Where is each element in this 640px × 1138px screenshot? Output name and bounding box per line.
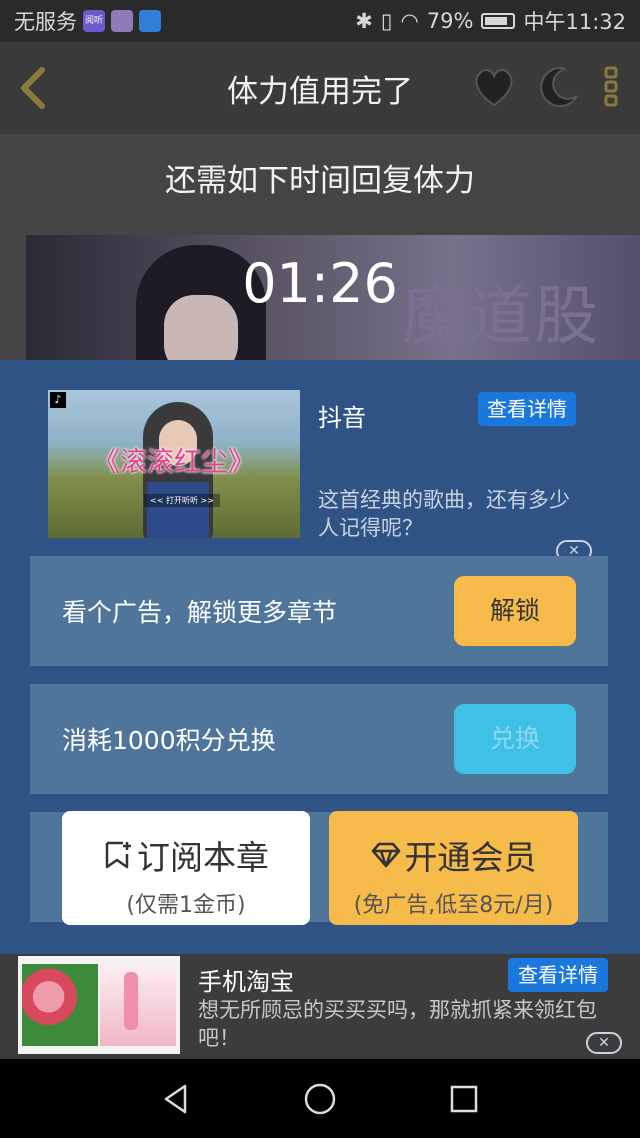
- nav-back-icon[interactable]: [161, 1082, 191, 1116]
- battery-percent: 79%: [426, 9, 474, 33]
- night-mode-moon-icon[interactable]: [540, 66, 580, 108]
- carrier-text: 无服务: [14, 10, 77, 34]
- countdown-timer: 01:26: [242, 252, 398, 315]
- peach-product-image: [22, 964, 98, 1046]
- back-arrow-icon[interactable]: [14, 64, 54, 112]
- nav-recents-icon[interactable]: [449, 1084, 479, 1114]
- watch-ad-label: 看个广告，解锁更多章节: [62, 598, 338, 627]
- tiktok-logo-icon: ♪: [50, 392, 66, 408]
- battery-icon: [481, 13, 516, 29]
- points-exchange-option: 消耗1000积分兑换 兑换: [30, 684, 608, 794]
- subscribe-chapter-title: 订阅本章: [137, 838, 269, 877]
- subscribe-chapter-button[interactable]: 订阅本章 (仅需1金币): [62, 811, 310, 925]
- shield-notification-icon: [111, 10, 133, 32]
- ad-video-thumbnail[interactable]: ♪ 《滚滚红尘》 << 打开听听 >>: [48, 390, 300, 538]
- wifi-icon: ◠: [400, 9, 419, 33]
- stamina-sheet: ♪ 《滚滚红尘》 << 打开听听 >> 抖音 查看详情 这首经典的歌曲，还有多少…: [0, 360, 640, 954]
- bookmark-add-icon: [105, 841, 131, 869]
- vibrate-icon: ▯: [380, 9, 393, 33]
- ad-play-caption: << 打开听听 >>: [144, 494, 220, 507]
- taobao-view-details-button[interactable]: 查看详情: [508, 958, 608, 992]
- more-menu-icon[interactable]: [604, 66, 620, 108]
- douyin-ad[interactable]: ♪ 《滚滚红尘》 << 打开听听 >> 抖音 查看详情 这首经典的歌曲，还有多少…: [48, 390, 608, 562]
- open-membership-button[interactable]: 开通会员 (免广告,低至8元/月): [329, 811, 578, 925]
- unlock-button[interactable]: 解锁: [454, 576, 576, 646]
- reader-header: 体力值用完了: [0, 42, 640, 134]
- browser-notification-icon: [139, 10, 161, 32]
- ad-description: 这首经典的歌曲，还有多少人记得呢？: [318, 488, 570, 540]
- system-nav-bar: [0, 1059, 640, 1138]
- ad-source-name: 抖音: [318, 404, 366, 432]
- clock-text: 中午11:32: [523, 10, 626, 34]
- close-taobao-ad-icon[interactable]: ✕: [586, 1032, 622, 1054]
- heart-icon[interactable]: [472, 67, 516, 107]
- points-exchange-label: 消耗1000积分兑换: [62, 726, 276, 755]
- exchange-button[interactable]: 兑换: [454, 704, 576, 774]
- nav-home-icon[interactable]: [303, 1082, 337, 1116]
- ad-song-title: 《滚滚红尘》: [93, 447, 255, 478]
- taobao-ad-name: 手机淘宝: [198, 968, 294, 996]
- subscribe-chapter-price: (仅需1金币): [126, 893, 246, 918]
- view-details-button[interactable]: 查看详情: [478, 392, 576, 426]
- watch-ad-option: 看个广告，解锁更多章节 解锁: [30, 556, 608, 666]
- recovery-message: 还需如下时间回复体力: [165, 163, 475, 199]
- bottle-product-image: [100, 964, 176, 1046]
- bluetooth-icon: ✱: [355, 9, 373, 33]
- taobao-ad[interactable]: 手机淘宝 查看详情 想无所顾忌的买买买吗，那就抓紧来领红包吧！ ✕: [0, 954, 640, 1059]
- membership-title: 开通会员: [404, 838, 537, 877]
- taobao-ad-image[interactable]: [18, 956, 180, 1054]
- membership-price: (免广告,低至8元/月): [353, 893, 554, 918]
- status-bar: 无服务 阅听 ✱ ▯ ◠ 79% 中午11:32: [0, 0, 640, 42]
- taobao-ad-description: 想无所顾忌的买买买吗，那就抓紧来领红包吧！: [198, 998, 597, 1050]
- app-notification-icon: 阅听: [83, 10, 105, 32]
- diamond-icon: [371, 842, 400, 868]
